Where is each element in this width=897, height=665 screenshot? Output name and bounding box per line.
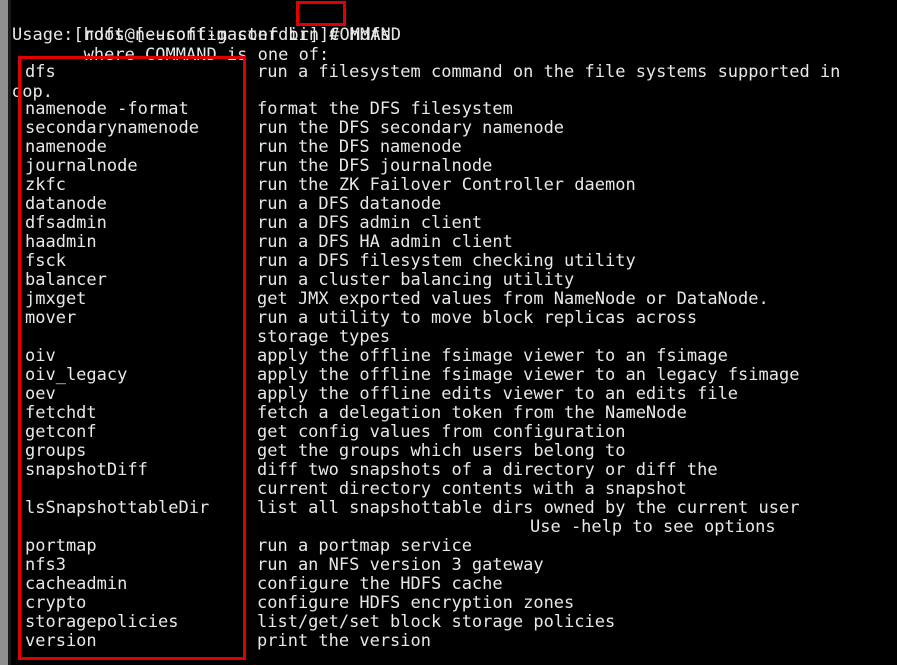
- command-name: oiv_legacy: [25, 365, 128, 385]
- command-name: groups: [25, 441, 87, 461]
- command-name: namenode -format: [25, 99, 189, 119]
- command-description: run an NFS version 3 gateway: [257, 555, 544, 575]
- command-name: fsck: [25, 251, 66, 271]
- command-description: apply the offline fsimage viewer to an f…: [257, 346, 728, 366]
- command-name: mover: [25, 308, 77, 328]
- command-description: run the DFS namenode: [257, 137, 462, 157]
- command-description: get config values from configuration: [257, 422, 626, 442]
- command-description: list all snapshottable dirs owned by the…: [257, 498, 800, 518]
- command-description: configure HDFS encryption zones: [257, 593, 575, 613]
- command-description: configure the HDFS cache: [257, 574, 503, 594]
- command-description: run a filesystem command on the file sys…: [257, 62, 841, 82]
- command-name: snapshotDiff: [25, 460, 148, 480]
- command-name: portmap: [25, 536, 97, 556]
- command-description: run the DFS secondary namenode: [257, 118, 565, 138]
- command-name: crypto: [25, 593, 87, 613]
- terminal-text-layer: [root@neusoft-master bin]# hdfs Usage: h…: [0, 0, 897, 665]
- command-name: haadmin: [25, 232, 97, 252]
- command-description: apply the offline edits viewer to an edi…: [257, 384, 739, 404]
- command-name: zkfc: [25, 175, 66, 195]
- command-name: getconf: [25, 422, 97, 442]
- usage-line: Usage: hdfs [--config confdir] COMMAND: [12, 25, 401, 45]
- command-description: run a portmap service: [257, 536, 472, 556]
- command-name: balancer: [25, 270, 107, 290]
- command-description-cont: storage types: [257, 327, 391, 347]
- command-description-cont: current directory contents with a snapsh…: [257, 479, 687, 499]
- command-description: run a DFS admin client: [257, 213, 483, 233]
- command-description: run a DFS datanode: [257, 194, 442, 214]
- command-name: storagepolicies: [25, 612, 179, 632]
- terminal-window[interactable]: [root@neusoft-master bin]# hdfs [root@ne…: [0, 0, 897, 665]
- command-name: journalnode: [25, 156, 138, 176]
- command-description: run a cluster balancing utility: [257, 270, 575, 290]
- command-name: secondarynamenode: [25, 118, 199, 138]
- prompt-line: [root@neusoft-master bin]# hdfs: [12, 5, 390, 45]
- command-description: apply the offline fsimage viewer to an l…: [257, 365, 800, 385]
- command-name: nfs3: [25, 555, 66, 575]
- command-description: diff two snapshots of a directory or dif…: [257, 460, 718, 480]
- command-description: run the DFS journalnode: [257, 156, 493, 176]
- command-description: run a DFS filesystem checking utility: [257, 251, 636, 271]
- command-name: oev: [25, 384, 56, 404]
- command-name: dfs: [25, 62, 56, 82]
- command-name: lsSnapshottableDir: [25, 498, 210, 518]
- command-name: cacheadmin: [25, 574, 128, 594]
- command-name: jmxget: [25, 289, 87, 309]
- command-name: oiv: [25, 346, 56, 366]
- help-hint: Use -help to see options: [530, 517, 776, 537]
- command-name: version: [25, 631, 97, 651]
- command-description: run a utility to move block replicas acr…: [257, 308, 698, 328]
- command-description: get the groups which users belong to: [257, 441, 626, 461]
- command-description: run the ZK Failover Controller daemon: [257, 175, 636, 195]
- command-description: get JMX exported values from NameNode or…: [257, 289, 769, 309]
- command-description: format the DFS filesystem: [257, 99, 513, 119]
- command-description: fetch a delegation token from the NameNo…: [257, 403, 687, 423]
- command-name: datanode: [25, 194, 107, 214]
- command-description: run a DFS HA admin client: [257, 232, 513, 252]
- command-name: dfsadmin: [25, 213, 107, 233]
- command-name: namenode: [25, 137, 107, 157]
- command-name: fetchdt: [25, 403, 97, 423]
- command-description: print the version: [257, 631, 431, 651]
- command-description: list/get/set block storage policies: [257, 612, 616, 632]
